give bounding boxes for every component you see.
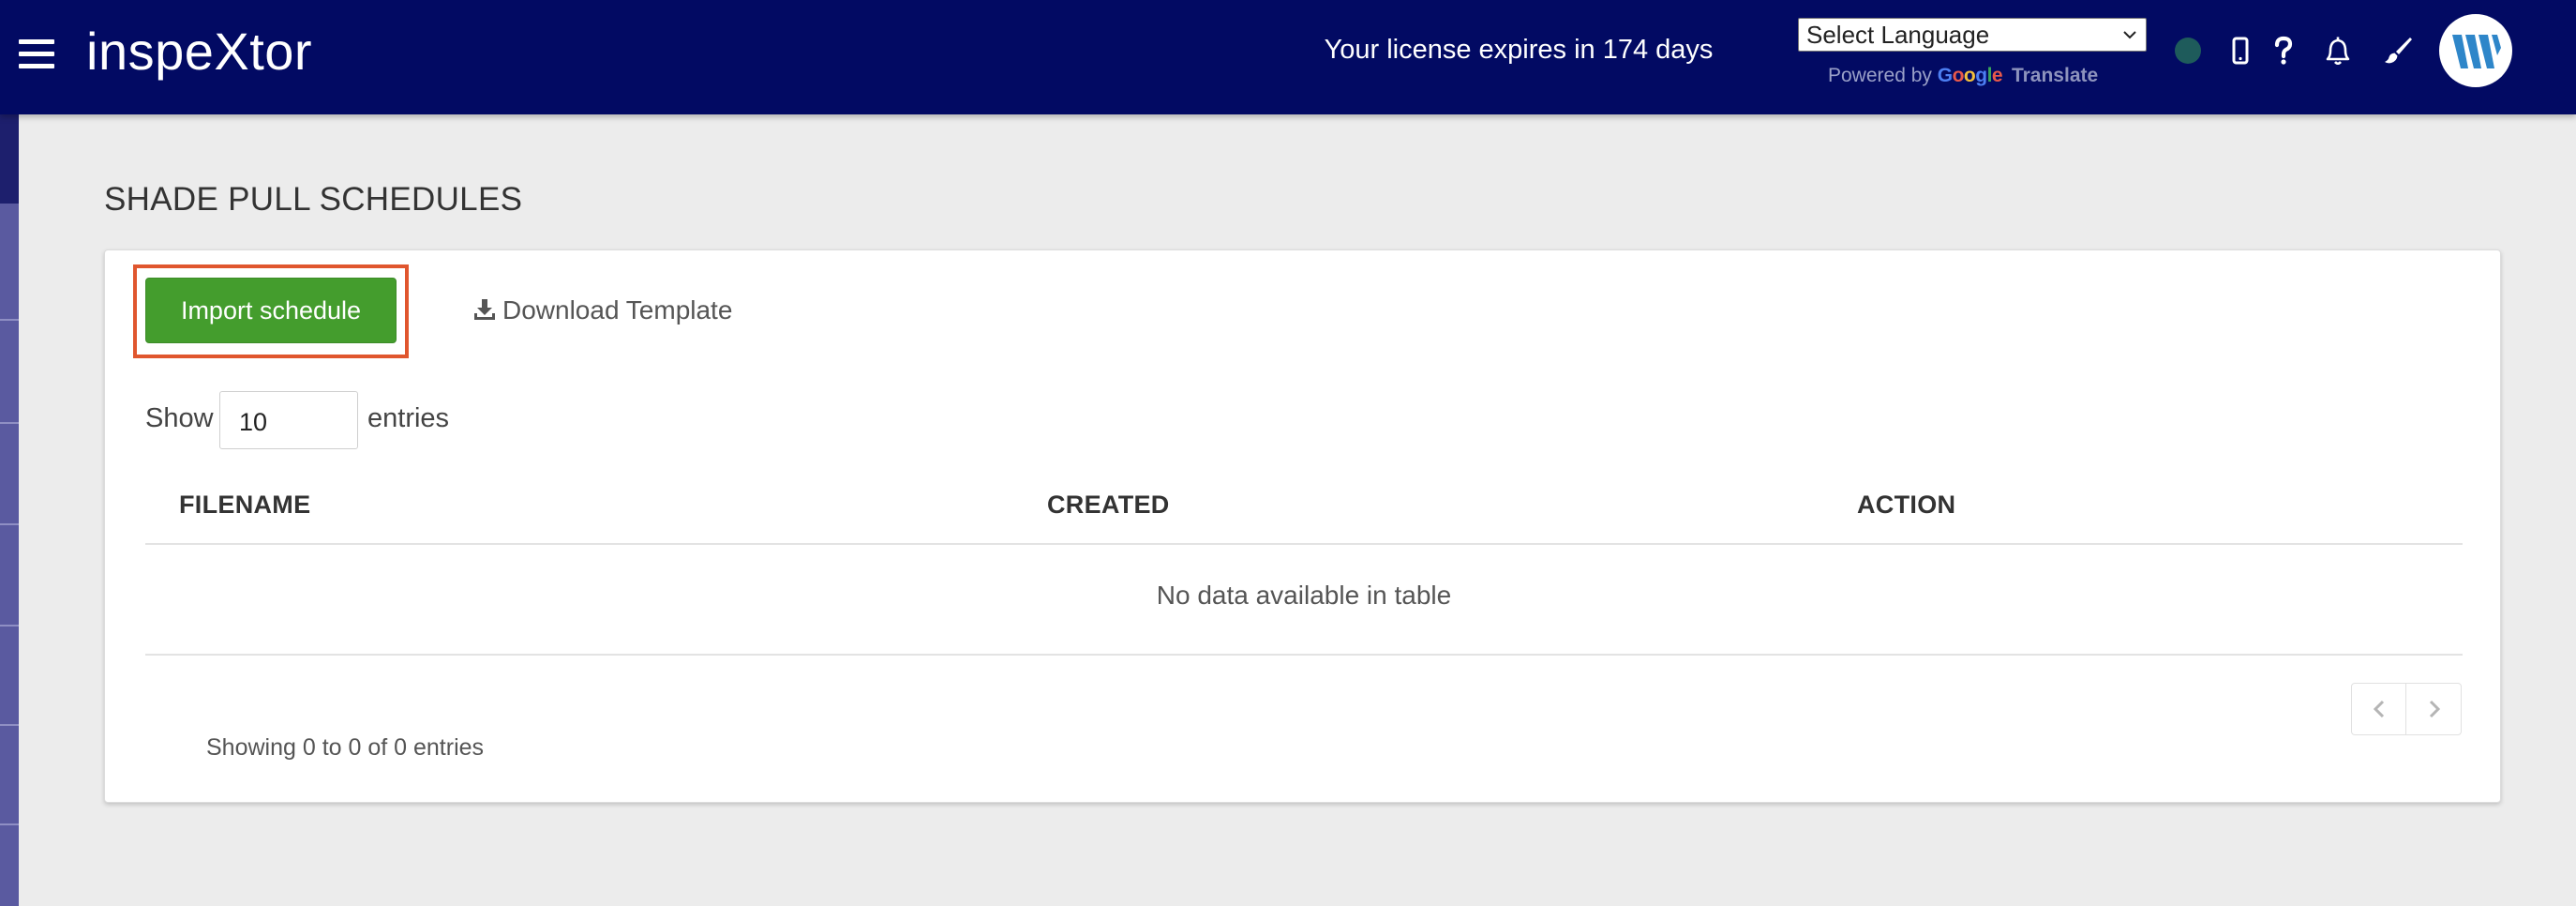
chevron-right-icon xyxy=(2429,700,2441,718)
sidebar-item[interactable] xyxy=(0,204,19,321)
download-icon xyxy=(474,299,495,320)
google-logo[interactable]: Google xyxy=(1938,65,2003,86)
sidebar-item[interactable] xyxy=(0,627,19,726)
powered-by-label: Powered by xyxy=(1828,65,1932,86)
pagination xyxy=(2351,683,2462,735)
chevron-down-icon xyxy=(2123,31,2136,39)
top-navbar: inspeXtor Your license expires in 174 da… xyxy=(0,0,2576,114)
entries-label: entries xyxy=(367,403,450,433)
language-select[interactable]: Select Language xyxy=(1798,18,2147,52)
mobile-icon[interactable] xyxy=(2222,32,2259,69)
sidebar-item[interactable] xyxy=(0,321,19,424)
license-notice: Your license expires in 174 days xyxy=(1324,35,1714,65)
collapsed-sidebar xyxy=(0,114,19,906)
sidebar-item[interactable] xyxy=(0,424,19,525)
chevron-left-icon xyxy=(2373,700,2385,718)
empty-table-message: No data available in table xyxy=(1156,581,1452,610)
translate-label: Translate xyxy=(2011,65,2099,86)
connection-status-indicator xyxy=(2175,38,2201,64)
column-header-created[interactable]: CREATED xyxy=(1047,491,1170,520)
user-avatar[interactable] xyxy=(2439,14,2512,87)
company-logo-icon xyxy=(2452,35,2501,68)
column-header-filename[interactable]: FILENAME xyxy=(179,491,310,520)
schedules-card: Import schedule Download Template Show e… xyxy=(104,249,2501,803)
paintbrush-icon[interactable] xyxy=(2379,32,2417,69)
sidebar-item[interactable] xyxy=(0,525,19,627)
table-row: No data available in table xyxy=(145,545,2463,656)
table-info: Showing 0 to 0 of 0 entries xyxy=(206,734,485,761)
language-select-value: Select Language xyxy=(1806,21,1990,49)
column-header-action[interactable]: ACTION xyxy=(1857,491,1955,520)
page-title: SHADE PULL SCHEDULES xyxy=(104,181,523,218)
google-translate-attribution: Powered by Google Translate xyxy=(1828,62,2098,90)
app-logo[interactable]: inspeXtor xyxy=(86,19,312,84)
download-template-link[interactable]: Download Template xyxy=(472,290,732,331)
table-header: FILENAME CREATED ACTION xyxy=(145,470,2463,545)
next-page-button[interactable] xyxy=(2407,684,2462,734)
previous-page-button[interactable] xyxy=(2352,684,2406,734)
show-label: Show xyxy=(145,403,214,433)
page-length-input[interactable] xyxy=(219,391,358,449)
import-schedule-button[interactable]: Import schedule xyxy=(145,278,397,343)
menu-icon[interactable] xyxy=(19,39,54,69)
sidebar-item[interactable] xyxy=(0,825,19,904)
sidebar-item[interactable] xyxy=(0,726,19,825)
sidebar-active-item[interactable] xyxy=(0,114,19,204)
bell-icon[interactable] xyxy=(2319,32,2357,69)
download-template-label: Download Template xyxy=(502,295,733,325)
help-icon[interactable] xyxy=(2265,32,2302,69)
